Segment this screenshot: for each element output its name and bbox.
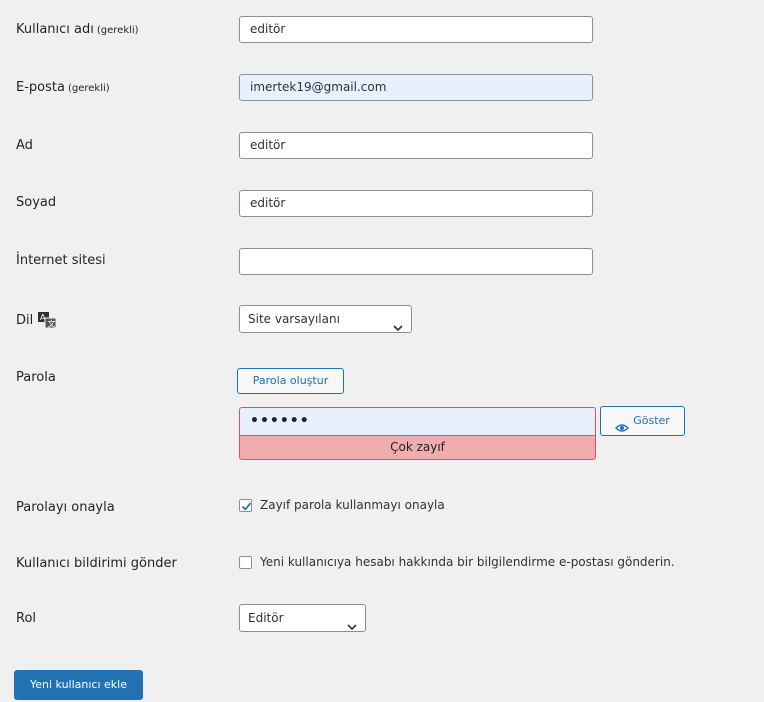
confirm-weak-password-row: Zayıf parola kullanmayı onayla (239, 498, 445, 512)
email-label: E-posta (gerekli) (16, 80, 110, 95)
website-input[interactable] (239, 248, 593, 275)
password-input[interactable]: •••••• (239, 407, 596, 435)
last-name-input[interactable]: editör (239, 190, 593, 217)
send-notification-row: Yeni kullanıcıya hesabı hakkında bir bil… (239, 555, 675, 569)
generate-password-button[interactable]: Parola oluştur (237, 368, 344, 394)
send-notification-checkbox[interactable] (239, 555, 252, 569)
show-password-label: Göster (633, 414, 670, 427)
first-name-input[interactable]: editör (239, 132, 593, 159)
first-name-label: Ad (16, 138, 33, 153)
email-required-note: (gerekli) (67, 83, 110, 94)
username-label: Kullanıcı adı (gerekli) (16, 22, 139, 37)
role-select[interactable]: Editör (239, 604, 366, 632)
website-label: İnternet sitesi (16, 253, 106, 268)
username-input[interactable]: editör (239, 16, 593, 43)
email-input[interactable]: imertek19@gmail.com (239, 74, 593, 101)
show-password-button[interactable]: Göster (600, 406, 685, 436)
send-notification-text: Yeni kullanıcıya hesabı hakkında bir bil… (260, 555, 675, 569)
confirm-password-label: Parolayı onayla (16, 500, 115, 515)
password-strength-indicator: Çok zayıf (239, 435, 596, 460)
role-label: Rol (16, 611, 37, 626)
confirm-weak-password-text: Zayıf parola kullanmayı onayla (260, 498, 445, 512)
last-name-label: Soyad (16, 195, 57, 210)
chevron-down-icon (393, 315, 403, 341)
confirm-weak-password-checkbox[interactable] (239, 498, 252, 512)
svg-text:文: 文 (48, 319, 56, 329)
password-label: Parola (16, 370, 56, 385)
username-required-note: (gerekli) (96, 25, 139, 36)
add-new-user-button[interactable]: Yeni kullanıcı ekle (14, 670, 143, 700)
translation-icon: A 文 (38, 312, 57, 329)
eye-icon (615, 416, 630, 432)
language-select[interactable]: Site varsayılanı (239, 305, 412, 333)
language-label: Dil A 文 (16, 312, 57, 329)
send-notification-label: Kullanıcı bildirimi gönder (16, 556, 177, 571)
chevron-down-icon (347, 614, 357, 640)
